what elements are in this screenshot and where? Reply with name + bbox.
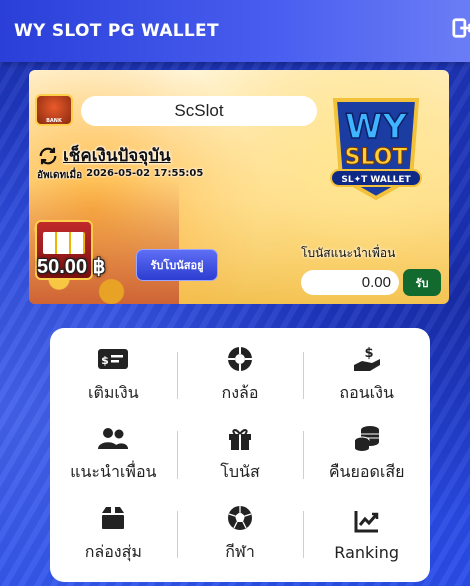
menu-label: คืนยอดเสีย <box>328 462 405 482</box>
gift-icon <box>224 424 256 452</box>
site-name-badge: ScSlot <box>81 96 317 126</box>
menu-label: ถอนเงิน <box>339 383 394 403</box>
menu-label: เติมเงิน <box>88 383 139 403</box>
top-bar: WY SLOT PG WALLET <box>0 0 470 62</box>
users-icon <box>97 424 129 452</box>
coins-icon <box>351 424 383 452</box>
menu-item-wheel[interactable]: กงล้อ <box>176 336 304 415</box>
updated-time: 2026-05-02 17:55:05 <box>86 168 204 179</box>
withdraw-icon: $ <box>351 345 383 373</box>
logo-text-wy: WY <box>345 107 408 147</box>
menu-item-sports[interactable]: กีฬา <box>176 495 304 574</box>
menu-item-mystery-box[interactable]: กล่องสุ่ม <box>50 495 177 574</box>
wheel-icon <box>224 345 256 373</box>
logout-icon[interactable] <box>452 17 470 39</box>
menu-item-withdraw[interactable]: $ ถอนเงิน <box>303 336 430 415</box>
wallet-card: BANK ScSlot เช็คเงินปัจจุบัน อัพเดทเมื่อ… <box>29 70 449 304</box>
referral-bonus-label: โบนัสแนะนำเพื่อน <box>301 246 396 260</box>
menu-item-refer-friend[interactable]: แนะนำเพื่อน <box>50 415 177 494</box>
check-balance-label[interactable]: เช็คเงินปัจจุบัน <box>63 142 171 169</box>
menu-item-bonus[interactable]: โบนัส <box>176 415 304 494</box>
bonus-status-button[interactable]: รับโบนัสอยู่ <box>136 249 218 281</box>
main-menu: $ เติมเงิน กงล้อ $ ถอนเงิน แนะนำเพื่อน โ… <box>50 328 430 582</box>
menu-label: กงล้อ <box>221 383 259 403</box>
check-balance-link[interactable]: เช็คเงินปัจจุบัน <box>37 142 171 169</box>
logo-text-wallet: SL✦T WALLET <box>341 175 411 185</box>
chart-icon <box>351 507 383 535</box>
claim-referral-button[interactable]: รับ <box>403 269 441 296</box>
svg-text:$: $ <box>102 354 110 367</box>
menu-item-deposit[interactable]: $ เติมเงิน <box>50 336 177 415</box>
bank-badge-icon: BANK <box>35 94 73 126</box>
logo-text-slot: SLOT <box>345 145 408 170</box>
referral-bonus-amount: 0.00 <box>301 270 399 295</box>
balance-amount: 50.00 ฿ <box>37 256 106 278</box>
soccer-icon <box>224 504 256 532</box>
app-title: WY SLOT PG WALLET <box>14 21 219 41</box>
deposit-icon: $ <box>97 345 129 373</box>
menu-label: แนะนำเพื่อน <box>70 462 157 482</box>
refresh-icon[interactable] <box>37 145 59 167</box>
menu-label: กีฬา <box>225 541 255 561</box>
box-icon <box>97 504 129 532</box>
svg-text:$: $ <box>364 346 373 361</box>
last-updated: อัพเดทเมื่อ 2026-05-02 17:55:05 <box>37 168 203 183</box>
menu-item-cashback[interactable]: คืนยอดเสีย <box>303 415 430 494</box>
menu-label: Ranking <box>334 542 400 562</box>
menu-item-ranking[interactable]: Ranking <box>303 495 430 574</box>
menu-label: กล่องสุ่ม <box>84 541 142 561</box>
menu-label: โบนัส <box>220 462 260 482</box>
wy-slot-logo: WY SLOT SL✦T WALLET <box>330 98 422 201</box>
updated-label: อัพเดทเมื่อ <box>37 170 83 181</box>
